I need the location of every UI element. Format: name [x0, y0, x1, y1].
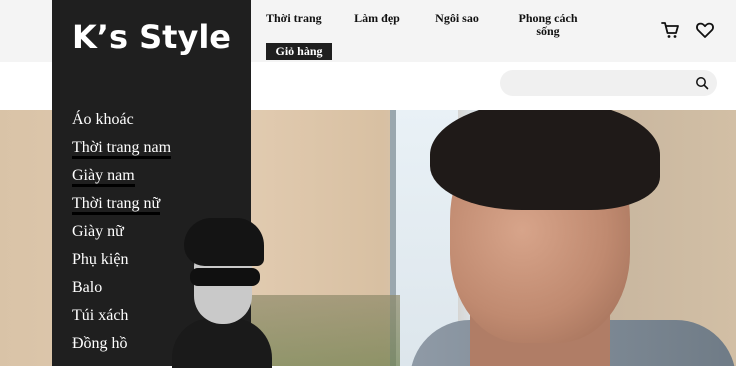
category-item-giay-nu[interactable]: Giày nữ: [72, 218, 171, 246]
nav-thoi-trang[interactable]: Thời trang: [266, 12, 326, 25]
category-label: Giày nữ: [72, 223, 124, 240]
category-item-balo[interactable]: Balo: [72, 274, 171, 302]
category-label: Túi xách: [72, 307, 129, 324]
model-body: [172, 318, 272, 368]
model-hair: [184, 218, 264, 266]
search-icon[interactable]: [695, 76, 709, 90]
search-icon-graphic: [696, 77, 709, 90]
category-item-thoi-trang-nu[interactable]: Thời trang nữ: [72, 190, 171, 218]
category-item-dong-ho[interactable]: Đồng hồ: [72, 330, 171, 358]
nav-ngoi-sao[interactable]: Ngôi sao: [430, 12, 484, 25]
category-item-tui-xach[interactable]: Túi xách: [72, 302, 171, 330]
category-menu: Áo khoác Thời trang nam Giày nam Thời tr…: [72, 106, 172, 358]
cart-button[interactable]: Giỏ hàng: [266, 43, 332, 60]
hero-model-hair: [430, 110, 660, 210]
cart-icon-graphic: [661, 22, 679, 38]
category-label: Phụ kiện: [72, 251, 129, 268]
category-label: Giày nam: [72, 167, 135, 187]
cart-icon[interactable]: [660, 20, 680, 40]
category-label: Áo khoác: [72, 111, 134, 128]
category-item-ao-khoac[interactable]: Áo khoác: [72, 106, 171, 134]
heart-icon-graphic: [696, 22, 714, 38]
brand-sidebar: K’s Style Áo khoác Thời trang nam Giày n…: [52, 0, 272, 368]
category-item-giay-nam[interactable]: Giày nam: [72, 162, 171, 190]
category-label: Thời trang nữ: [72, 195, 161, 215]
top-navigation: Thời trang Làm đẹp Ngôi sao Phong cách s…: [0, 12, 736, 52]
nav-phong-cach-song[interactable]: Phong cách sống: [512, 12, 584, 38]
heart-icon[interactable]: [695, 20, 715, 40]
nav-lam-dep[interactable]: Làm đẹp: [350, 12, 404, 25]
search-bar: [500, 70, 717, 96]
category-item-thoi-trang-nam[interactable]: Thời trang nam: [72, 134, 172, 162]
sidebar-model-image: [172, 218, 272, 368]
category-item-phu-kien[interactable]: Phụ kiện: [72, 246, 171, 274]
search-input[interactable]: [512, 74, 686, 94]
category-label: Thời trang nam: [72, 139, 172, 159]
category-label: Balo: [72, 279, 103, 296]
model-sunglasses: [190, 268, 260, 286]
hero-background-plants: [250, 295, 400, 366]
category-label: Đồng hồ: [72, 335, 128, 352]
